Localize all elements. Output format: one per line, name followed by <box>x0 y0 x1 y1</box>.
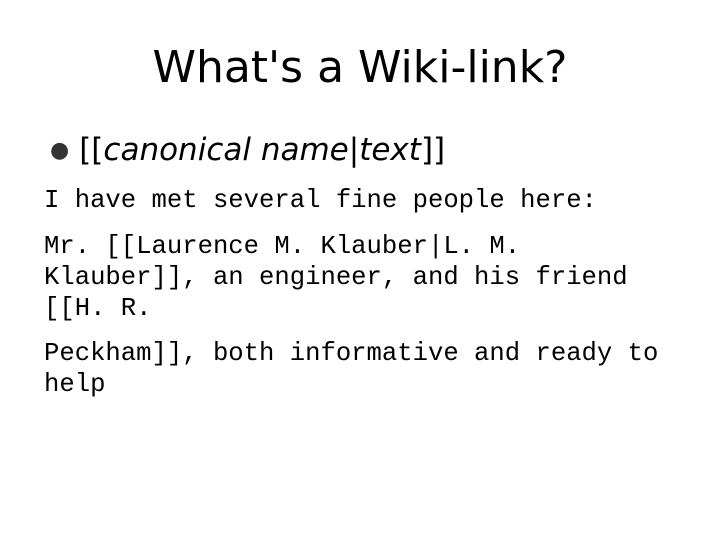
bracket-close: ]] <box>420 132 446 168</box>
paragraph-line: help <box>44 370 106 399</box>
paragraph-line: Klauber]], an engineer, and his friend <box>44 263 628 292</box>
canonical-name-text: canonical name <box>103 132 349 168</box>
slide-title: What's a Wiki-link? <box>152 42 568 93</box>
bracket-open: [[ <box>79 132 104 168</box>
bullet-icon: ● <box>50 138 70 163</box>
paragraph-line: [[H. R. <box>44 294 152 323</box>
paragraph-line: I have met several fine people here: <box>44 186 597 215</box>
pipe-separator: | <box>348 132 360 168</box>
text-label: text <box>359 132 421 168</box>
bullet-item: ● [[canonical name|text]] <box>50 130 445 171</box>
paragraph-line: Peckham]], both informative and ready to <box>44 339 659 368</box>
paragraph-line: Mr. [[Laurence M. Klauber|L. M. <box>44 232 521 261</box>
